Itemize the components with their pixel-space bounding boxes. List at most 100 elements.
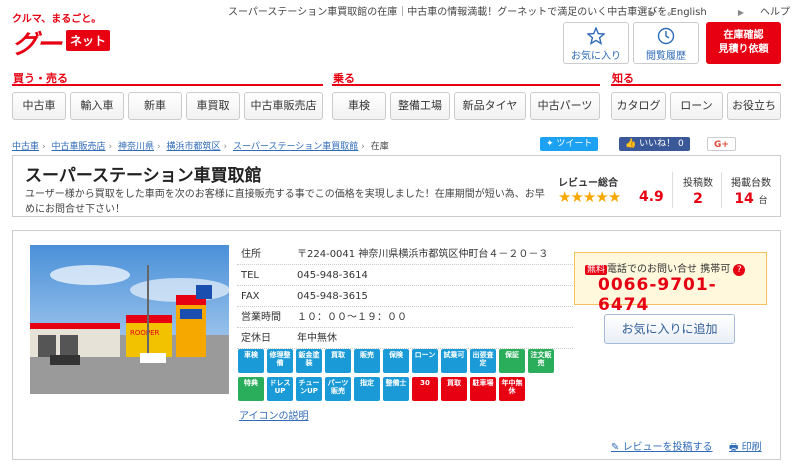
review-score: 4.9 xyxy=(639,189,664,205)
shop-title: スーパーステーション車買取館 xyxy=(25,166,262,186)
thumbs-up-icon: 👍 xyxy=(625,139,640,149)
triangle-icon: ▶ xyxy=(648,8,655,17)
breadcrumb-item[interactable]: 横浜市都筑区 xyxy=(167,142,221,152)
goo-net-logo[interactable]: クルマ、まるごと。 グー ネット xyxy=(12,10,111,60)
facebook-like-button[interactable]: 👍 いいね！ 0 xyxy=(619,137,690,151)
info-value: １０：００～１９：００ xyxy=(297,312,407,323)
info-value: 年中無休 xyxy=(297,333,337,344)
shuccho-icon: 出張査定 xyxy=(470,349,496,373)
nav-divider xyxy=(12,84,323,86)
nav-used-car[interactable]: 中古車 xyxy=(12,92,66,120)
help-link[interactable]: ▶ ヘルプ xyxy=(724,7,790,18)
breadcrumb-item[interactable]: スーパーステーション車買取館 xyxy=(233,142,358,152)
printer-icon: 🖶 xyxy=(729,442,742,453)
like-label: いいね！ xyxy=(639,139,676,149)
shijo-icon: 試乗可 xyxy=(441,349,467,373)
tweet-label: ツイート xyxy=(556,139,593,149)
star-icon xyxy=(587,27,605,45)
stock-stat: 掲載台数 14 台 xyxy=(727,174,775,207)
nav-catalog[interactable]: カタログ xyxy=(611,92,666,120)
hoken-icon: 保険 xyxy=(383,349,409,373)
nenchu-icon: 年中無休 xyxy=(499,377,525,401)
breadcrumb-item[interactable]: 神奈川県 xyxy=(118,142,154,152)
english-link-label: English xyxy=(670,7,707,18)
nav-import-car[interactable]: 輸入車 xyxy=(70,92,124,120)
divider xyxy=(672,172,673,208)
info-row-hours: 営業時間 １０：００～１９：００ xyxy=(237,307,573,328)
stock-unit: 台 xyxy=(758,196,768,206)
breadcrumb-item[interactable]: 中古車 xyxy=(12,142,39,152)
nav-car-buyback[interactable]: 車買取 xyxy=(186,92,240,120)
breadcrumb-current: 在庫 xyxy=(370,142,389,152)
review-total-label: レビュー総合 xyxy=(558,178,618,189)
shop-header-box: スーパーステーション車買取館 ユーザー様から買取をした車両を次のお客様に直接販売… xyxy=(12,155,781,217)
breadcrumb-item[interactable]: 中古車販売店 xyxy=(52,142,106,152)
breadcrumb: 中古車 › 中古車販売店 › 神奈川県 › 横浜市都筑区 › スーパーステーション車買取… xyxy=(12,139,389,152)
tokuten-icon: 特典 xyxy=(238,377,264,401)
shop-storefront-image: ROOPER xyxy=(30,245,229,394)
print-link[interactable]: 🖶 印刷 xyxy=(729,438,762,457)
nav-new-car[interactable]: 新車 xyxy=(128,92,182,120)
photo-sign-text: ROOPER xyxy=(130,329,160,337)
chumon-icon: 注文販売 xyxy=(528,349,554,373)
shop-detail-box: ROOPER 住所 〒224-0041 神奈川県横浜市都筑区仲町台４－２０－３ … xyxy=(12,230,781,460)
google-plus-button[interactable]: G+ xyxy=(707,137,736,151)
nav-divider xyxy=(611,84,781,86)
like-count: 0 xyxy=(677,139,684,149)
kaitori2-icon: 買取 xyxy=(441,377,467,401)
stock-label: 掲載台数 xyxy=(731,178,771,189)
call-heading: 無料 電話でのお問い合せ 携帯可? xyxy=(585,260,746,276)
info-value: 045-948-3614 xyxy=(297,270,368,281)
nav-used-parts[interactable]: 中古パーツ xyxy=(530,92,600,120)
phone-number[interactable]: 0066-9701-6474 xyxy=(598,275,766,315)
info-value: 〒224-0041 神奈川県横浜市都筑区仲町台４－２０－３ xyxy=(297,249,549,260)
english-link[interactable]: ▶ English xyxy=(634,7,706,18)
tweet-button[interactable]: ✦ ツイート xyxy=(540,137,599,151)
favorites-label: お気に入り xyxy=(571,51,621,62)
free-call-box[interactable]: 無料 電話でのお問い合せ 携帯可? 0066-9701-6474 xyxy=(574,252,767,315)
logo-mark: グー ネット xyxy=(12,24,112,60)
history-button[interactable]: 閲覧履歴 xyxy=(633,22,699,64)
stock-inquiry-button[interactable]: 在庫確認 見積り依頼 xyxy=(706,22,781,64)
hosho-icon: 保証 xyxy=(499,349,525,373)
info-row-address: 住所 〒224-0041 神奈川県横浜市都筑区仲町台４－２０－３ xyxy=(237,244,573,265)
site-tagline: スーパーステーション車買取館の在庫｜中古車の情報満載！グーネットで満足のいく中古… xyxy=(228,7,678,18)
stock-count: 14 xyxy=(734,191,754,207)
star-icon: ★ xyxy=(558,188,571,206)
shop-photo[interactable]: ROOPER xyxy=(30,245,229,394)
pencil-icon: ✎ xyxy=(611,442,623,453)
breadcrumb-separator: › xyxy=(108,142,113,152)
parts-icon: パーツ販売 xyxy=(325,377,351,401)
divider xyxy=(721,172,722,208)
nav-inspection[interactable]: 車検 xyxy=(332,92,386,120)
star-icon: ★ xyxy=(595,188,608,206)
nav-repair-shop[interactable]: 整備工場 xyxy=(390,92,450,120)
info-row-holiday: 定休日 年中無休 xyxy=(237,328,573,349)
add-to-favorites-button[interactable]: お気に入りに追加 xyxy=(604,314,735,344)
dress-up-icon: ドレスUP xyxy=(267,377,293,401)
logo-net-badge: ネット xyxy=(66,30,111,51)
breadcrumb-separator: › xyxy=(361,142,365,152)
twitter-bird-icon: ✦ xyxy=(546,139,557,149)
shop-description: ユーザー様から買取をした車両を次のお客様に直接販売する事でこの価格を実現しました… xyxy=(25,189,545,215)
clock-icon xyxy=(657,27,675,45)
nav-dealers[interactable]: 中古車販売店 xyxy=(244,92,323,120)
nav-useful-info[interactable]: お役立ち xyxy=(727,92,781,120)
call-label: 電話でのお問い合せ 携帯可 xyxy=(607,264,731,275)
star-rating: ★★★★★ xyxy=(558,188,621,206)
favorites-button[interactable]: お気に入り xyxy=(563,22,629,64)
icon-explanation-link[interactable]: アイコンの説明 xyxy=(239,407,309,422)
nav-loan[interactable]: ローン xyxy=(670,92,723,120)
nav-new-tires[interactable]: 新品タイヤ xyxy=(454,92,526,120)
stock-count-wrap: 14 台 xyxy=(727,191,775,207)
triangle-icon: ▶ xyxy=(737,8,744,17)
top-links: ▶ English ▶ ヘルプ xyxy=(620,3,790,18)
seibi-icon: 修理整備 xyxy=(267,349,293,373)
post-review-link[interactable]: ✎ レビューを投稿する xyxy=(611,438,713,453)
info-key: 定休日 xyxy=(241,333,271,344)
posts-count: 2 xyxy=(693,191,703,207)
shitei-icon: 指定 xyxy=(354,377,380,401)
inquiry-line-1: 在庫確認 xyxy=(723,30,764,41)
info-key: 営業時間 xyxy=(241,312,281,323)
info-key: 住所 xyxy=(241,249,261,260)
